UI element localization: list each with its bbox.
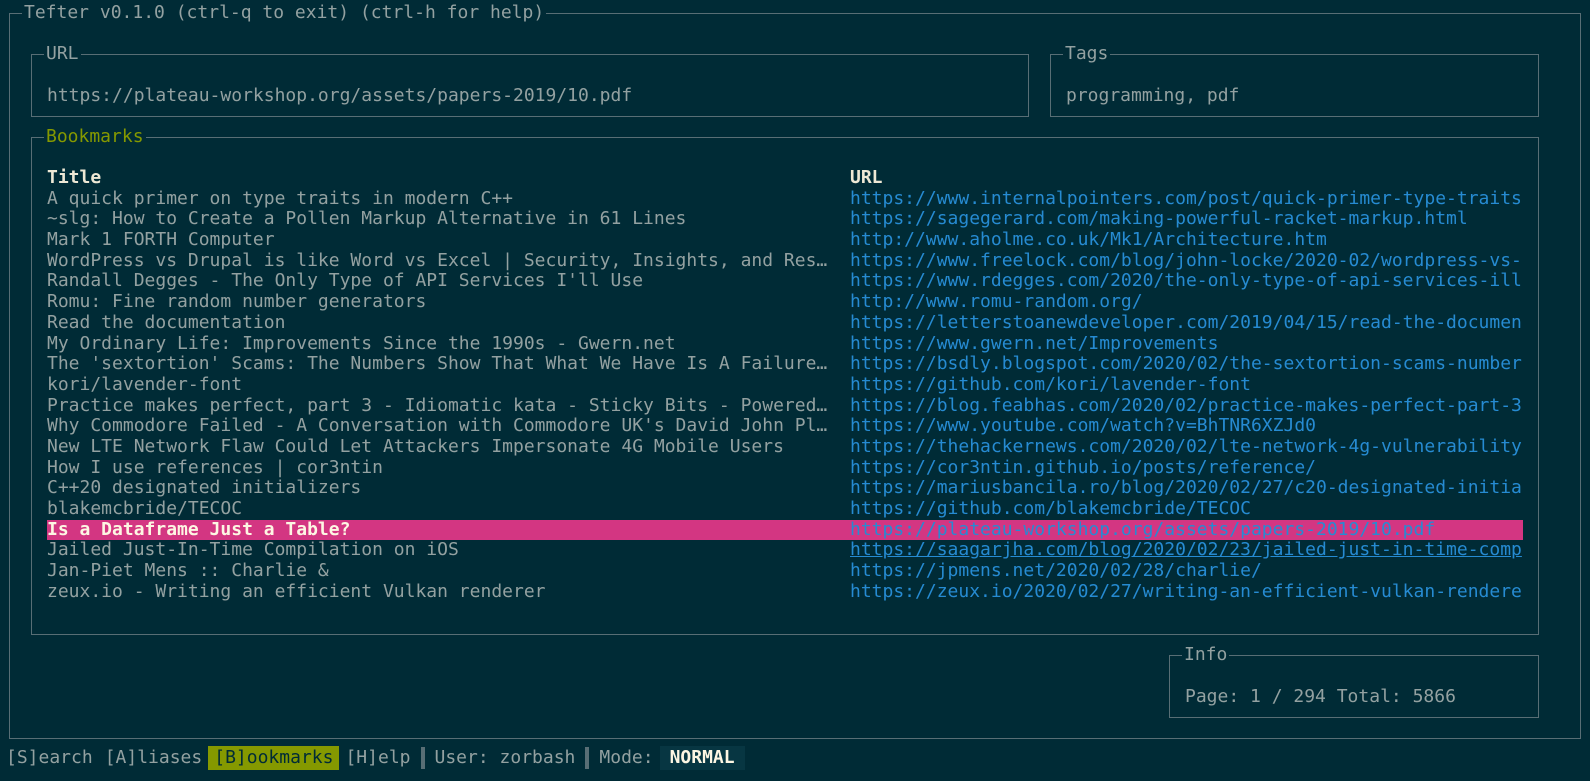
column-header-title: Title [47,168,102,188]
table-row[interactable]: A quick primer on type traits in modern … [47,189,1523,210]
url-panel[interactable]: URL https://plateau-workshop.org/assets/… [31,43,1029,117]
bookmark-title: The 'sextortion' Scams: The Numbers Show… [47,354,828,375]
url-panel-label: URL [44,43,81,65]
bookmark-title: How I use references | cor3ntin [47,457,383,478]
url-field[interactable]: https://plateau-workshop.org/assets/pape… [47,85,632,106]
page-info: Page: 1 / 294 Total: 5866 [1185,686,1456,707]
info-panel: Info Page: 1 / 294 Total: 5866 [1169,644,1539,718]
bookmark-title: Romu: Fine random number generators [47,292,427,313]
bookmark-url-link[interactable]: https://www.gwern.net/Improvements [850,334,1523,355]
table-row[interactable]: My Ordinary Life: Improvements Since the… [47,334,1523,355]
separator [420,747,425,769]
bookmarks-panel-label: Bookmarks [44,126,146,148]
bookmark-url-link[interactable]: https://zeux.io/2020/02/27/writing-an-ef… [850,582,1523,603]
bookmark-title: Read the documentation [47,312,286,333]
user-indicator: User: zorbash [434,747,576,768]
table-row[interactable]: WordPress vs Drupal is like Word vs Exce… [47,251,1523,272]
bookmark-url-link[interactable]: https://saagarjha.com/blog/2020/02/23/ja… [850,540,1523,561]
bookmark-title: Is a Dataframe Just a Table? [47,519,351,540]
status-bar: [S]earch [A]liases [B]ookmarks [H]elp Us… [0,746,1590,770]
bookmark-title: WordPress vs Drupal is like Word vs Exce… [47,250,828,271]
tags-panel-label: Tags [1063,43,1111,65]
bookmark-url-link[interactable]: https://bsdly.blogspot.com/2020/02/the-s… [850,354,1523,375]
bookmark-title: ~slg: How to Create a Pollen Markup Alte… [47,209,687,230]
bookmark-title: blakemcbride/TECOC [47,499,243,519]
bookmark-url-link[interactable]: https://jpmens.net/2020/02/28/charlie/ [850,561,1523,582]
table-row[interactable]: Jan-Piet Mens :: Charlie & https://jpmens… [47,561,1523,582]
search-tab[interactable]: [S]earch [0,746,99,770]
bookmark-url-link[interactable]: https://letterstoanewdeveloper.com/2019/… [850,313,1523,334]
mode-indicator: NORMAL [659,746,745,770]
bookmark-url-link[interactable]: https://sagegerard.com/making-powerful-r… [850,209,1523,230]
bookmark-url-link[interactable]: http://www.romu-random.org/ [850,292,1523,313]
bookmark-title: A quick primer on type traits in modern … [47,188,513,209]
mode-label: Mode: [599,747,654,768]
bookmark-url-link[interactable]: https://plateau-workshop.org/assets/pape… [850,520,1523,541]
bookmark-url-link[interactable]: https://www.rdegges.com/2020/the-only-ty… [850,271,1523,292]
bookmark-url-link[interactable]: https://www.freelock.com/blog/john-locke… [850,251,1523,272]
tags-panel[interactable]: Tags programming, pdf [1050,43,1539,117]
bookmark-title: Mark 1 FORTH Computer [47,230,275,251]
table-row[interactable]: Is a Dataframe Just a Table? https://plat… [47,519,1523,541]
bookmark-url-link[interactable]: https://github.com/kori/lavender-font [850,375,1523,396]
bookmark-title: Jailed Just-In-Time Compilation on iOS [47,540,459,561]
table-row[interactable]: kori/lavender-font https://github.com/kor… [47,375,1523,396]
table-row[interactable]: Jailed Just-In-Time Compilation on iOS ht… [47,540,1523,561]
table-header: Title URL [47,168,1523,189]
bookmark-title: zeux.io - Writing an efficient Vulkan re… [47,581,546,602]
info-panel-label: Info [1182,644,1230,666]
bookmark-url-link[interactable]: https://mariusbancila.ro/blog/2020/02/27… [850,478,1523,499]
bookmark-url-link[interactable]: https://blog.feabhas.com/2020/02/practic… [850,396,1523,417]
column-header-url: URL [850,168,883,188]
table-row[interactable]: Romu: Fine random number generators http:… [47,292,1523,313]
bookmark-url-link[interactable]: http://www.aholme.co.uk/Mk1/Architecture… [850,230,1523,251]
aliases-tab[interactable]: [A]liases [99,746,209,770]
table-row[interactable]: Randall Degges - The Only Type of API Se… [47,271,1523,292]
app-title: Tefter v0.1.0 (ctrl-q to exit) (ctrl-h f… [22,2,547,24]
table-row[interactable]: How I use references | cor3ntin https://c… [47,458,1523,479]
table-row[interactable]: Why Commodore Failed - A Conversation wi… [47,416,1523,437]
table-row[interactable]: zeux.io - Writing an efficient Vulkan re… [47,582,1523,603]
bookmark-url-link[interactable]: https://www.youtube.com/watch?v=BhTNR6XZ… [850,416,1523,437]
bookmark-title: Why Commodore Failed - A Conversation wi… [47,416,828,437]
table-row[interactable]: blakemcbride/TECOC https://github.com/bla… [47,499,1523,520]
bookmark-url-link[interactable]: https://github.com/blakemcbride/TECOC [850,499,1523,520]
bookmark-url-link[interactable]: https://thehackernews.com/2020/02/lte-ne… [850,437,1523,458]
table-row[interactable]: Mark 1 FORTH Computer http://www.aholme.c… [47,230,1523,251]
table-row[interactable]: The 'sextortion' Scams: The Numbers Show… [47,354,1523,375]
bookmark-title: Jan-Piet Mens :: Charlie & [47,561,329,582]
bookmark-title: My Ordinary Life: Improvements Since the… [47,333,676,354]
bookmark-title: New LTE Network Flaw Could Let Attackers… [47,436,784,457]
table-row[interactable]: C++20 designated initializers https://mar… [47,478,1523,499]
bookmarks-tab[interactable]: [B]ookmarks [208,746,340,770]
bookmark-title: Randall Degges - The Only Type of API Se… [47,271,644,292]
bookmark-title: C++20 designated initializers [47,478,362,499]
table-row[interactable]: Practice makes perfect, part 3 - Idiomat… [47,396,1523,417]
table-row[interactable]: Read the documentation https://letterstoa… [47,313,1523,334]
bookmark-title: Practice makes perfect, part 3 - Idiomat… [47,395,828,416]
tags-field[interactable]: programming, pdf [1066,85,1239,106]
bookmark-url-link[interactable]: https://www.internalpointers.com/post/qu… [850,189,1523,210]
table-row[interactable]: New LTE Network Flaw Could Let Attackers… [47,437,1523,458]
table-row[interactable]: ~slg: How to Create a Pollen Markup Alte… [47,209,1523,230]
bookmark-url-link[interactable]: https://cor3ntin.github.io/posts/referen… [850,458,1523,479]
bookmarks-table: Title URL A quick primer on type traits … [47,168,1523,602]
bookmarks-panel: Bookmarks Title URL A quick primer on ty… [31,126,1539,635]
help-tab[interactable]: [H]elp [339,746,416,770]
bookmark-title: kori/lavender-font [47,374,243,395]
separator [585,747,590,769]
